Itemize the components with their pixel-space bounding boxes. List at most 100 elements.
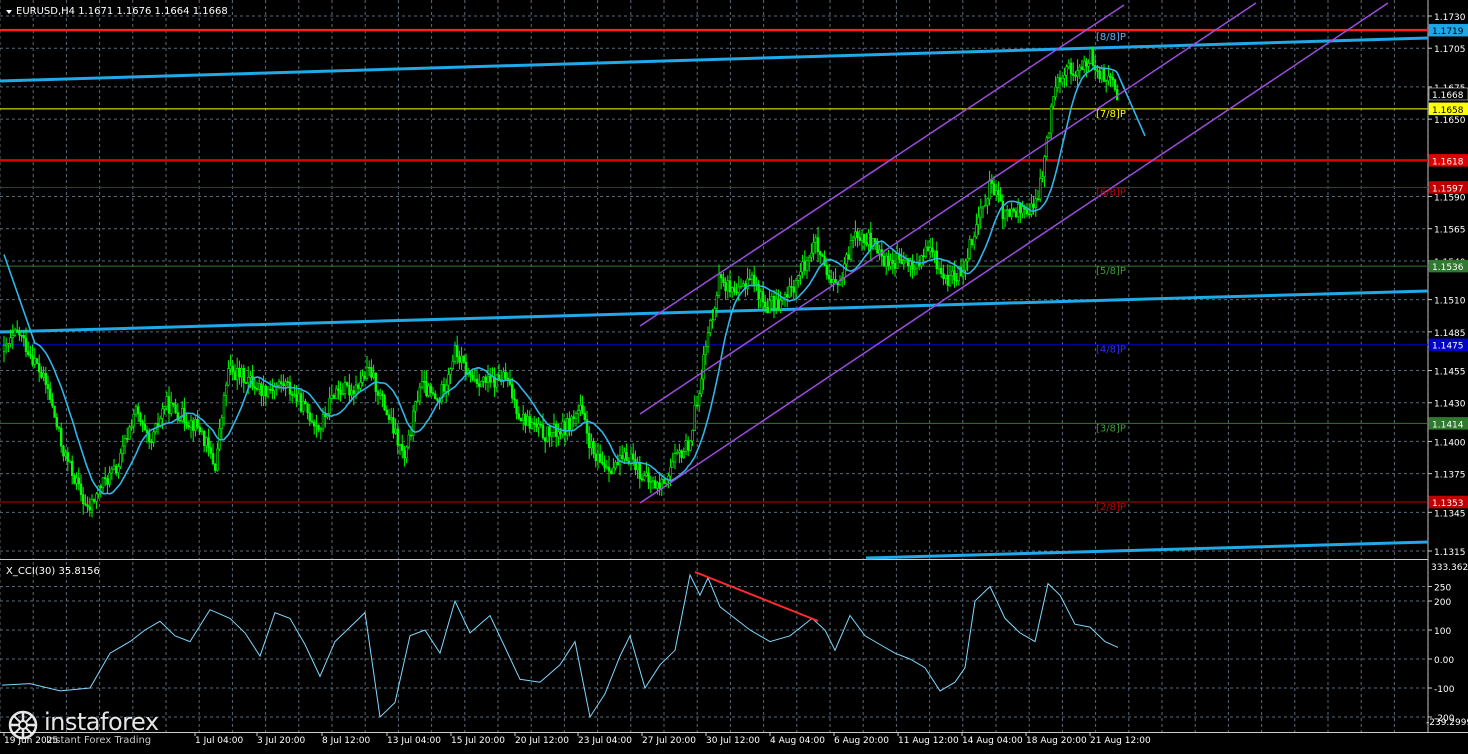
candle-body xyxy=(1008,209,1011,217)
candle-body xyxy=(68,460,72,463)
candle-body xyxy=(680,450,683,458)
candle-body xyxy=(192,420,195,431)
candle-body xyxy=(203,430,206,446)
candle-body xyxy=(1069,62,1073,75)
candle-body xyxy=(341,393,344,396)
candle-body xyxy=(1025,208,1029,215)
candle-body xyxy=(317,425,320,430)
candle-body xyxy=(90,499,94,511)
candle-body xyxy=(1076,70,1079,77)
candle-body xyxy=(387,414,391,420)
candle-body xyxy=(59,428,63,447)
candle-body xyxy=(383,395,386,411)
candle-body xyxy=(330,394,333,399)
candle-body xyxy=(955,279,958,282)
candle-body xyxy=(660,479,664,489)
time-tick-label: 14 Aug 04:00 xyxy=(962,736,1023,746)
candle-body xyxy=(975,224,978,238)
candle-body xyxy=(686,440,690,451)
candle-body xyxy=(860,233,864,241)
candle-body xyxy=(99,485,103,489)
candle-body xyxy=(715,295,719,309)
candle-body xyxy=(462,355,465,363)
chart-canvas[interactable]: [8/8]P [7/8]P [6/8]P [5/8]P [4/8]P [3/8]P [2/8… xyxy=(0,0,1468,750)
candle-body xyxy=(895,253,899,269)
candle-body xyxy=(658,482,661,489)
candle-body xyxy=(948,275,952,286)
candle-body xyxy=(1039,178,1042,200)
candle-body xyxy=(178,419,182,422)
candle-body xyxy=(55,417,59,428)
candle-body xyxy=(671,461,675,468)
candle-body xyxy=(473,378,476,381)
candle-body xyxy=(748,278,752,281)
candle-body xyxy=(625,451,628,462)
candle-body xyxy=(194,419,197,431)
candle-body xyxy=(843,263,846,279)
candle-body xyxy=(442,384,446,392)
candle-body xyxy=(1010,208,1013,217)
candle-body xyxy=(537,423,540,428)
candle-body xyxy=(310,420,314,423)
candle-body xyxy=(31,355,34,365)
candle-body xyxy=(117,466,120,474)
candle-body xyxy=(66,452,70,462)
price-tag-label: 1.1658 xyxy=(1432,106,1464,116)
candle-body xyxy=(649,481,653,483)
candle-body xyxy=(1061,77,1064,83)
trading-chart[interactable]: [8/8]P [7/8]P [6/8]P [5/8]P [4/8]P [3/8]P [2/8… xyxy=(0,0,1468,750)
candle-body xyxy=(777,298,780,310)
candle-body xyxy=(110,468,114,474)
candle-body xyxy=(343,382,347,395)
candle-body xyxy=(253,386,256,389)
candle-body xyxy=(999,194,1002,202)
candle-body xyxy=(2,344,6,352)
candle-body xyxy=(821,254,824,257)
price-pane[interactable] xyxy=(0,0,1428,559)
price-tag-label: 1.1597 xyxy=(1432,184,1464,194)
price-tick-label: 1.1400 xyxy=(1434,438,1466,448)
candle-body xyxy=(673,453,677,463)
candle-body xyxy=(209,447,212,454)
candle-body xyxy=(924,246,928,258)
candle-body xyxy=(693,404,697,431)
candle-body xyxy=(75,477,78,484)
candle-body xyxy=(770,296,774,302)
candle-body xyxy=(367,366,371,369)
candle-body xyxy=(108,472,111,485)
candle-body xyxy=(396,428,399,446)
candle-body xyxy=(222,394,226,419)
candle-body xyxy=(594,453,598,462)
candle-body xyxy=(431,392,435,395)
candle-body xyxy=(970,239,974,246)
candle-body xyxy=(1036,198,1040,201)
candle-body xyxy=(856,231,859,238)
candle-body xyxy=(48,388,52,400)
candle-body xyxy=(378,393,382,396)
candle-body xyxy=(964,260,967,271)
candle-body xyxy=(801,261,804,273)
candle-body xyxy=(803,261,807,271)
candle-body xyxy=(238,367,241,378)
candle-body xyxy=(730,287,734,293)
candle-body xyxy=(284,381,287,387)
candle-body xyxy=(161,408,164,419)
cci-pane[interactable] xyxy=(0,562,1428,732)
cci-tick-label: 100 xyxy=(1434,627,1451,637)
candle-body xyxy=(37,363,41,373)
price-tick-label: 1.1590 xyxy=(1434,193,1466,203)
candle-body xyxy=(392,417,395,434)
candle-body xyxy=(293,394,296,396)
candle-body xyxy=(1012,208,1016,212)
candle-body xyxy=(642,475,646,481)
candle-body xyxy=(427,385,430,396)
candle-body xyxy=(574,413,578,419)
candle-body xyxy=(1063,74,1066,79)
murrey-label: [4/8]P xyxy=(1096,345,1126,356)
candle-body xyxy=(590,441,593,449)
candle-body xyxy=(268,388,272,391)
price-axis[interactable]: 1.17301.17051.16751.16501.15901.15651.15… xyxy=(1428,13,1468,724)
candle-body xyxy=(922,255,925,258)
candle-body xyxy=(1100,67,1104,80)
candle-body xyxy=(436,398,439,401)
